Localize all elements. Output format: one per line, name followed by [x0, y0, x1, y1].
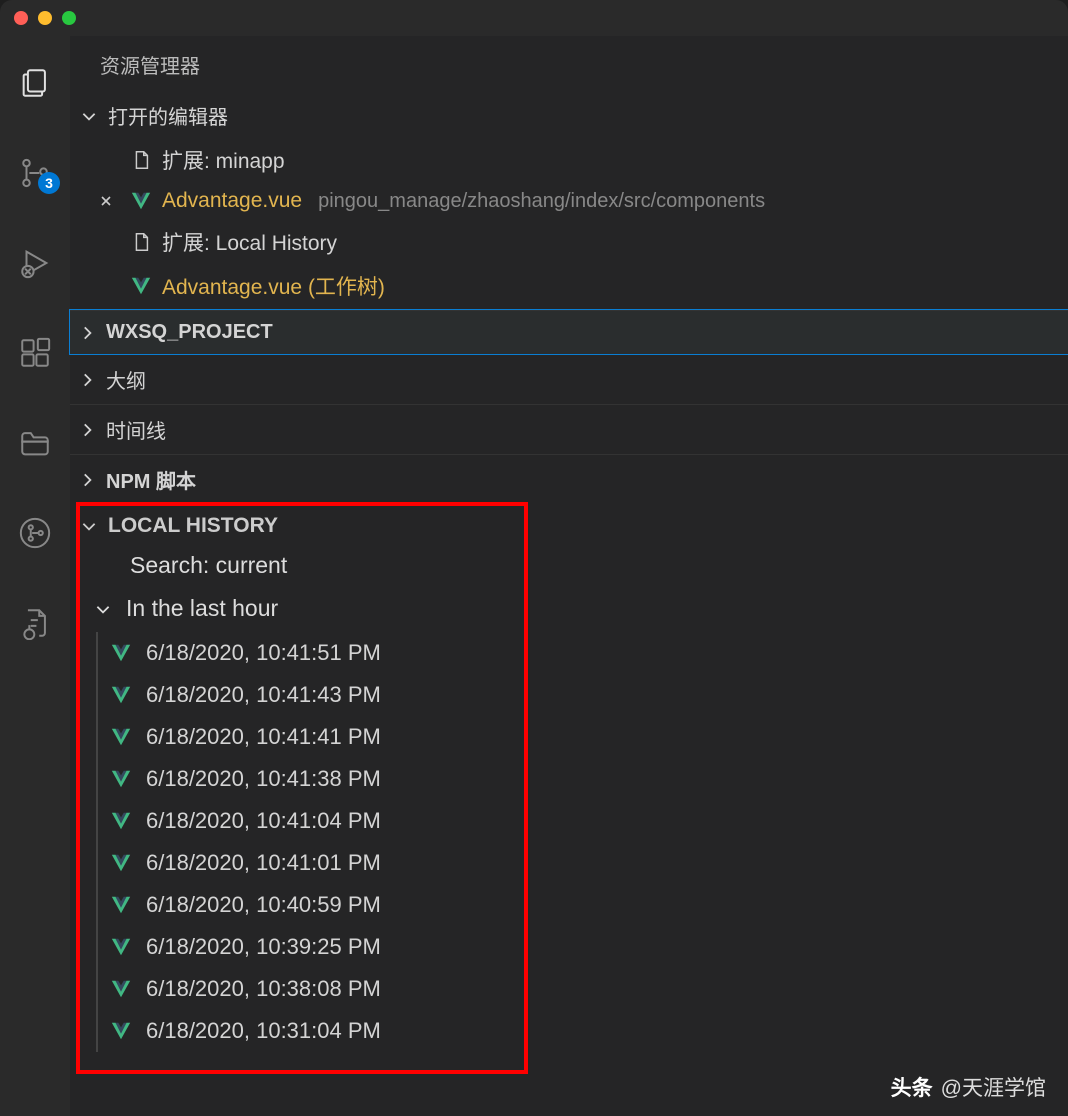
vue-icon: [110, 810, 132, 832]
editor-item[interactable]: Advantage.vue pingou_manage/zhaoshang/ind…: [70, 182, 1068, 220]
vue-icon: [110, 684, 132, 706]
main-area: 3 资源管理器 打开的编辑器 扩展: minapp Advantage.vue pi…: [0, 36, 1068, 1116]
history-entry-label: 6/18/2020, 10:41:01 PM: [146, 850, 381, 876]
history-entry-label: 6/18/2020, 10:41:41 PM: [146, 724, 381, 750]
chevron-right-icon: [78, 324, 96, 342]
history-entry-label: 6/18/2020, 10:38:08 PM: [146, 976, 381, 1002]
editor-item[interactable]: 扩展: Local History: [70, 220, 1068, 264]
history-entry[interactable]: 6/18/2020, 10:41:51 PM: [96, 632, 1068, 674]
file-icon: [130, 231, 152, 253]
vue-icon: [110, 978, 132, 1000]
chevron-down-icon: [94, 600, 112, 618]
vue-icon: [110, 1020, 132, 1042]
open-editors-title: 打开的编辑器: [108, 101, 228, 130]
section-label: NPM 脚本: [106, 465, 196, 494]
editor-item-path: pingou_manage/zhaoshang/index/src/compon…: [318, 190, 765, 213]
section-header[interactable]: WXSQ_PROJECT: [70, 310, 1068, 354]
history-entry-label: 6/18/2020, 10:41:51 PM: [146, 640, 381, 666]
local-history-group[interactable]: In the last hour: [70, 589, 1068, 632]
chevron-right-icon: [78, 371, 96, 389]
history-entry-label: 6/18/2020, 10:40:59 PM: [146, 892, 381, 918]
explorer-sidebar: 资源管理器 打开的编辑器 扩展: minapp Advantage.vue ping…: [70, 36, 1068, 1116]
history-entry[interactable]: 6/18/2020, 10:39:25 PM: [96, 926, 1068, 968]
debug-icon[interactable]: [18, 246, 52, 280]
file-icon: [130, 149, 152, 171]
watermark-text: @天涯学馆: [941, 1072, 1046, 1102]
explorer-icon[interactable]: [18, 66, 52, 100]
history-entry-label: 6/18/2020, 10:41:04 PM: [146, 808, 381, 834]
window-minimize-icon[interactable]: [38, 11, 52, 25]
local-history-section: LOCAL HISTORY Search: current In the las…: [70, 504, 1068, 1062]
vue-icon: [110, 726, 132, 748]
window-maximize-icon[interactable]: [62, 11, 76, 25]
history-entry-label: 6/18/2020, 10:41:38 PM: [146, 766, 381, 792]
chevron-right-icon: [78, 471, 96, 489]
editor-item-name: 扩展: minapp: [162, 145, 285, 175]
history-entry-label: 6/18/2020, 10:41:43 PM: [146, 682, 381, 708]
close-icon[interactable]: [98, 193, 116, 209]
vue-icon: [110, 768, 132, 790]
history-entry[interactable]: 6/18/2020, 10:41:04 PM: [96, 800, 1068, 842]
local-history-group-label: In the last hour: [126, 595, 278, 622]
git-graph-icon[interactable]: [18, 516, 52, 550]
extensions-icon[interactable]: [18, 336, 52, 370]
chevron-right-icon: [78, 421, 96, 439]
history-entry[interactable]: 6/18/2020, 10:40:59 PM: [96, 884, 1068, 926]
section-label: WXSQ_PROJECT: [106, 321, 273, 344]
chevron-down-icon: [80, 107, 98, 125]
section-header[interactable]: 时间线: [70, 404, 1068, 454]
editor-item[interactable]: Advantage.vue (工作树): [70, 264, 1068, 308]
local-history-header[interactable]: LOCAL HISTORY: [70, 504, 1068, 546]
open-editors-section: 打开的编辑器 扩展: minapp Advantage.vue pingou_man…: [70, 93, 1068, 310]
sidebar-title: 资源管理器: [70, 36, 1068, 93]
vue-icon: [110, 642, 132, 664]
scm-badge: 3: [38, 172, 60, 194]
history-entry[interactable]: 6/18/2020, 10:38:08 PM: [96, 968, 1068, 1010]
vue-icon: [110, 894, 132, 916]
vue-icon: [110, 936, 132, 958]
chevron-down-icon: [80, 517, 98, 535]
window-titlebar: [0, 0, 1068, 36]
vue-icon: [130, 275, 152, 297]
history-entry[interactable]: 6/18/2020, 10:41:38 PM: [96, 758, 1068, 800]
editor-item[interactable]: 扩展: minapp: [70, 138, 1068, 182]
activity-bar: 3: [0, 36, 70, 1116]
open-editors-header[interactable]: 打开的编辑器: [70, 93, 1068, 138]
history-entry[interactable]: 6/18/2020, 10:41:41 PM: [96, 716, 1068, 758]
local-history-title: LOCAL HISTORY: [108, 514, 278, 538]
section-label: 时间线: [106, 415, 166, 444]
history-entry[interactable]: 6/18/2020, 10:41:43 PM: [96, 674, 1068, 716]
editor-item-name: Advantage.vue: [162, 189, 302, 213]
watermark-brand: 头条: [891, 1072, 933, 1102]
window-close-icon[interactable]: [14, 11, 28, 25]
editor-item-name: Advantage.vue (工作树): [162, 271, 385, 301]
vue-icon: [110, 852, 132, 874]
section-header[interactable]: NPM 脚本: [70, 454, 1068, 504]
section-label: 大纲: [106, 365, 146, 394]
history-entry[interactable]: 6/18/2020, 10:31:04 PM: [96, 1010, 1068, 1052]
folder-icon[interactable]: [18, 426, 52, 460]
local-history-search[interactable]: Search: current: [70, 546, 1068, 589]
history-entry-label: 6/18/2020, 10:39:25 PM: [146, 934, 381, 960]
history-entry-label: 6/18/2020, 10:31:04 PM: [146, 1018, 381, 1044]
editor-item-name: 扩展: Local History: [162, 227, 337, 257]
vue-icon: [130, 190, 152, 212]
section-header[interactable]: 大纲: [70, 354, 1068, 404]
history-entry[interactable]: 6/18/2020, 10:41:01 PM: [96, 842, 1068, 884]
source-control-icon[interactable]: 3: [18, 156, 52, 190]
gist-icon[interactable]: [18, 606, 52, 640]
watermark: 头条 @天涯学馆: [891, 1072, 1046, 1102]
